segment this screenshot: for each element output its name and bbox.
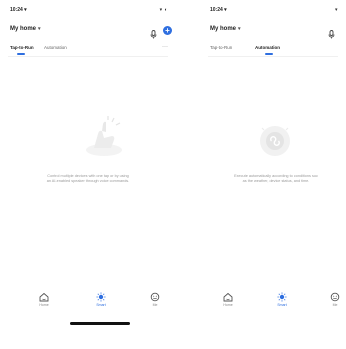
home-indicator (70, 322, 130, 325)
empty-state-text: Control multiple devices with one tap or… (46, 174, 130, 183)
sun-icon (96, 292, 106, 302)
tab-automation[interactable]: Automation (44, 45, 67, 50)
status-icons: ▾ (334, 7, 338, 13)
tab-automation[interactable]: Automation (255, 45, 280, 50)
bottom-nav: Home Smart Me (200, 292, 346, 312)
home-selector[interactable]: My home ▾ (210, 26, 241, 32)
home-icon (223, 292, 233, 302)
status-icons: ▾ ◐ (159, 7, 168, 13)
sun-icon (277, 292, 287, 302)
empty-state-text: Execute automatically according to condi… (234, 174, 318, 183)
home-selector[interactable]: My home ▾ (10, 26, 41, 32)
bottom-nav: Home Smart Me (0, 292, 176, 312)
active-tab-indicator (265, 53, 273, 55)
automation-screen: 10:24 ▾ ▾ My home ▾ Tap-to-Run Automation (200, 0, 346, 349)
status-bar: 10:24 ▾ ▾ ◐ (0, 7, 176, 17)
divider (208, 56, 338, 57)
home-label: My home (210, 26, 237, 32)
active-tab-indicator (17, 53, 25, 55)
nav-me[interactable]: Me (325, 292, 345, 307)
microphone-icon[interactable] (328, 26, 335, 39)
smile-icon (150, 292, 160, 302)
smile-icon (330, 292, 340, 302)
status-time: 10:24 ▾ (10, 7, 27, 13)
header: My home ▾ (200, 26, 346, 39)
status-bar: 10:24 ▾ ▾ (200, 7, 346, 17)
more-icon[interactable]: ··· (162, 44, 168, 50)
nav-home[interactable]: Home (34, 292, 54, 307)
scene-tabs: Tap-to-Run Automation ··· (10, 44, 168, 55)
home-icon (39, 292, 49, 302)
chevron-down-icon: ▾ (238, 26, 241, 32)
tap-hand-illustration (84, 116, 130, 158)
nav-smart[interactable]: Smart (91, 292, 111, 307)
automation-illustration (258, 124, 292, 158)
tap-to-run-screen: 10:24 ▾ ▾ ◐ My home ▾ + Tap-to-Run Automa… (0, 0, 176, 349)
scene-tabs: Tap-to-Run Automation (210, 45, 338, 55)
header: My home ▾ + (0, 26, 176, 39)
status-time: 10:24 ▾ (210, 7, 227, 13)
nav-me[interactable]: Me (145, 292, 165, 307)
chevron-down-icon: ▾ (38, 26, 41, 32)
home-label: My home (10, 26, 37, 32)
tab-tap-to-run[interactable]: Tap-to-Run (210, 45, 232, 50)
nav-smart[interactable]: Smart (272, 292, 292, 307)
microphone-icon[interactable] (150, 26, 157, 39)
nav-home[interactable]: Home (218, 292, 238, 307)
divider (8, 56, 168, 57)
tab-tap-to-run[interactable]: Tap-to-Run (10, 45, 34, 50)
add-scene-button[interactable]: + (163, 26, 172, 35)
